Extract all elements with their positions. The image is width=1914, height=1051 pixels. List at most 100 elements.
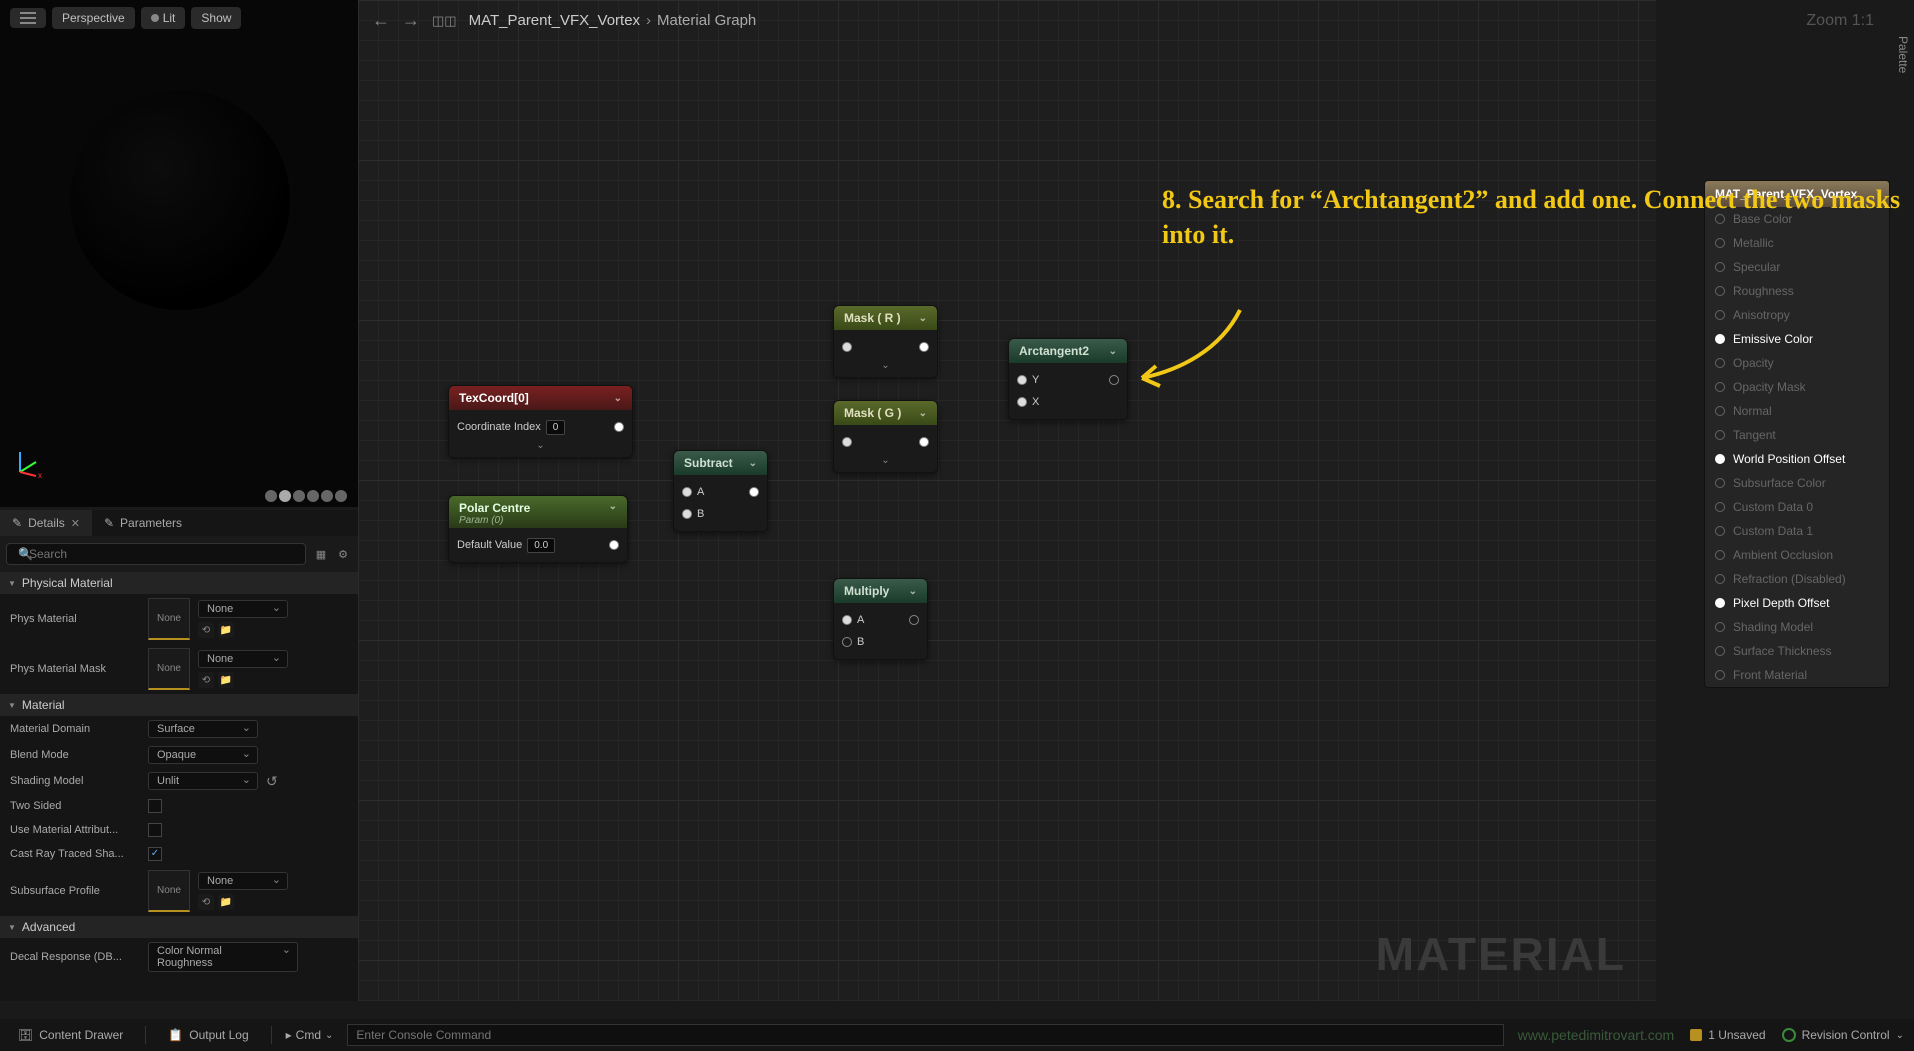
node-subtract[interactable]: Subtract⌄ A B bbox=[673, 450, 768, 532]
content-drawer-button[interactable]: 🗄Content Drawer bbox=[10, 1024, 131, 1046]
chevron-down-icon[interactable]: ⌄ bbox=[909, 586, 917, 597]
chevron-down-icon[interactable]: ⌄ bbox=[1109, 346, 1117, 357]
asset-thumbnail[interactable]: None bbox=[148, 648, 190, 690]
output-pin-row[interactable]: Opacity bbox=[1705, 351, 1889, 375]
settings-button[interactable]: ⚙ bbox=[334, 545, 352, 563]
output-pin-row[interactable]: Front Material bbox=[1705, 663, 1889, 687]
nav-forward-button[interactable]: → bbox=[402, 10, 420, 31]
expand-icon[interactable]: ⌄ bbox=[842, 358, 929, 371]
material-output-node[interactable]: MAT_Parent_VFX_Vortex Base ColorMetallic… bbox=[1704, 180, 1890, 688]
phys-mask-dropdown[interactable]: None bbox=[198, 650, 288, 668]
viewport-menu-button[interactable] bbox=[10, 8, 46, 28]
output-pin-row[interactable]: Custom Data 1 bbox=[1705, 519, 1889, 543]
perspective-button[interactable]: Perspective bbox=[52, 7, 135, 29]
node-arctangent2[interactable]: Arctangent2⌄ Y X bbox=[1008, 338, 1128, 420]
asset-thumbnail[interactable]: None bbox=[148, 598, 190, 640]
input-pin[interactable] bbox=[842, 615, 852, 625]
output-pin-row[interactable]: Normal bbox=[1705, 399, 1889, 423]
grid-button[interactable]: ▦ bbox=[312, 545, 330, 563]
output-pin-row[interactable]: Pixel Depth Offset bbox=[1705, 591, 1889, 615]
output-log-button[interactable]: 📋Output Log bbox=[160, 1024, 256, 1046]
subsurface-dropdown[interactable]: None bbox=[198, 872, 288, 890]
output-pin-row[interactable]: Ambient Occlusion bbox=[1705, 543, 1889, 567]
revision-control-button[interactable]: Revision Control⌄ bbox=[1782, 1028, 1904, 1042]
browse-asset-icon[interactable]: 📁 bbox=[218, 672, 234, 688]
section-material[interactable]: Material bbox=[0, 694, 358, 716]
output-pin-row[interactable]: Custom Data 0 bbox=[1705, 495, 1889, 519]
use-attributes-checkbox[interactable] bbox=[148, 823, 162, 837]
node-texcoord[interactable]: TexCoord[0]⌄ Coordinate Index 0 ⌄ bbox=[448, 385, 633, 458]
output-pin-row[interactable]: Shading Model bbox=[1705, 615, 1889, 639]
expand-icon[interactable]: ⌄ bbox=[842, 453, 929, 466]
phys-material-dropdown[interactable]: None bbox=[198, 600, 288, 618]
input-pin[interactable] bbox=[842, 437, 852, 447]
node-mask-r[interactable]: Mask ( R )⌄ ⌄ bbox=[833, 305, 938, 378]
reset-icon[interactable]: ↺ bbox=[266, 773, 278, 790]
chevron-down-icon[interactable]: ⌄ bbox=[609, 501, 617, 515]
cmd-dropdown[interactable]: ▸Cmd⌄ bbox=[286, 1028, 334, 1042]
output-pin[interactable] bbox=[609, 540, 619, 550]
svg-text:x: x bbox=[38, 471, 42, 478]
node-polar-centre[interactable]: Polar Centre⌄ Param (0) Default Value 0.… bbox=[448, 495, 628, 563]
value-input[interactable]: 0 bbox=[546, 420, 566, 435]
input-pin[interactable] bbox=[1017, 397, 1027, 407]
node-multiply[interactable]: Multiply⌄ A B bbox=[833, 578, 928, 660]
use-asset-icon[interactable]: ⟲ bbox=[198, 894, 214, 910]
browse-asset-icon[interactable]: 📁 bbox=[218, 622, 234, 638]
decal-dropdown[interactable]: Color Normal Roughness bbox=[148, 942, 298, 972]
input-pin[interactable] bbox=[682, 509, 692, 519]
input-pin[interactable] bbox=[682, 487, 692, 497]
output-pin-row[interactable]: Anisotropy bbox=[1705, 303, 1889, 327]
output-pin[interactable] bbox=[749, 487, 759, 497]
two-sided-checkbox[interactable] bbox=[148, 799, 162, 813]
input-pin[interactable] bbox=[842, 637, 852, 647]
palette-tab[interactable]: Palette bbox=[1894, 30, 1912, 79]
output-pin-row[interactable]: Emissive Color bbox=[1705, 327, 1889, 351]
tab-parameters[interactable]: ✎ Parameters bbox=[92, 510, 194, 536]
search-input[interactable] bbox=[6, 543, 306, 565]
use-asset-icon[interactable]: ⟲ bbox=[198, 622, 214, 638]
output-pin-row[interactable]: Subsurface Color bbox=[1705, 471, 1889, 495]
blend-mode-dropdown[interactable]: Opaque bbox=[148, 746, 258, 764]
section-advanced[interactable]: Advanced bbox=[0, 916, 358, 938]
section-physical-material[interactable]: Physical Material bbox=[0, 572, 358, 594]
material-graph[interactable]: MATERIAL TexCoord[0]⌄ Coordinate Index 0… bbox=[358, 0, 1656, 1001]
asset-thumbnail[interactable]: None bbox=[148, 870, 190, 912]
chevron-down-icon[interactable]: ⌄ bbox=[919, 408, 927, 419]
value-input[interactable]: 0.0 bbox=[527, 538, 555, 553]
tab-details[interactable]: ✎ Details ✕ bbox=[0, 510, 92, 536]
chevron-down-icon[interactable]: ⌄ bbox=[919, 313, 927, 324]
output-pin[interactable] bbox=[919, 342, 929, 352]
output-pin-row[interactable]: Roughness bbox=[1705, 279, 1889, 303]
node-mask-g[interactable]: Mask ( G )⌄ ⌄ bbox=[833, 400, 938, 473]
output-pin[interactable] bbox=[909, 615, 919, 625]
show-button[interactable]: Show bbox=[191, 7, 241, 29]
unsaved-button[interactable]: 1 Unsaved bbox=[1690, 1028, 1765, 1042]
lit-button[interactable]: Lit bbox=[141, 7, 186, 29]
output-pin[interactable] bbox=[1109, 375, 1119, 385]
chevron-down-icon[interactable]: ⌄ bbox=[749, 458, 757, 469]
breadcrumb[interactable]: MAT_Parent_VFX_Vortex›Material Graph bbox=[469, 12, 757, 29]
output-pin-row[interactable]: Specular bbox=[1705, 255, 1889, 279]
output-pin[interactable] bbox=[614, 422, 624, 432]
output-pin-row[interactable]: Tangent bbox=[1705, 423, 1889, 447]
expand-icon[interactable]: ⌄ bbox=[457, 438, 624, 451]
input-pin[interactable] bbox=[1017, 375, 1027, 385]
console-command-input[interactable] bbox=[347, 1024, 1503, 1046]
material-preview-sphere[interactable] bbox=[70, 90, 290, 310]
material-domain-dropdown[interactable]: Surface bbox=[148, 720, 258, 738]
output-pin-row[interactable]: Opacity Mask bbox=[1705, 375, 1889, 399]
preview-shape-toggles[interactable] bbox=[265, 490, 347, 502]
nav-back-button[interactable]: ← bbox=[372, 10, 390, 31]
output-pin[interactable] bbox=[919, 437, 929, 447]
output-pin-row[interactable]: Surface Thickness bbox=[1705, 639, 1889, 663]
output-pin-row[interactable]: Refraction (Disabled) bbox=[1705, 567, 1889, 591]
chevron-down-icon[interactable]: ⌄ bbox=[614, 393, 622, 404]
close-icon[interactable]: ✕ bbox=[71, 517, 80, 530]
use-asset-icon[interactable]: ⟲ bbox=[198, 672, 214, 688]
input-pin[interactable] bbox=[842, 342, 852, 352]
cast-ray-checkbox[interactable] bbox=[148, 847, 162, 861]
shading-model-dropdown[interactable]: Unlit bbox=[148, 772, 258, 790]
output-pin-row[interactable]: World Position Offset bbox=[1705, 447, 1889, 471]
browse-asset-icon[interactable]: 📁 bbox=[218, 894, 234, 910]
